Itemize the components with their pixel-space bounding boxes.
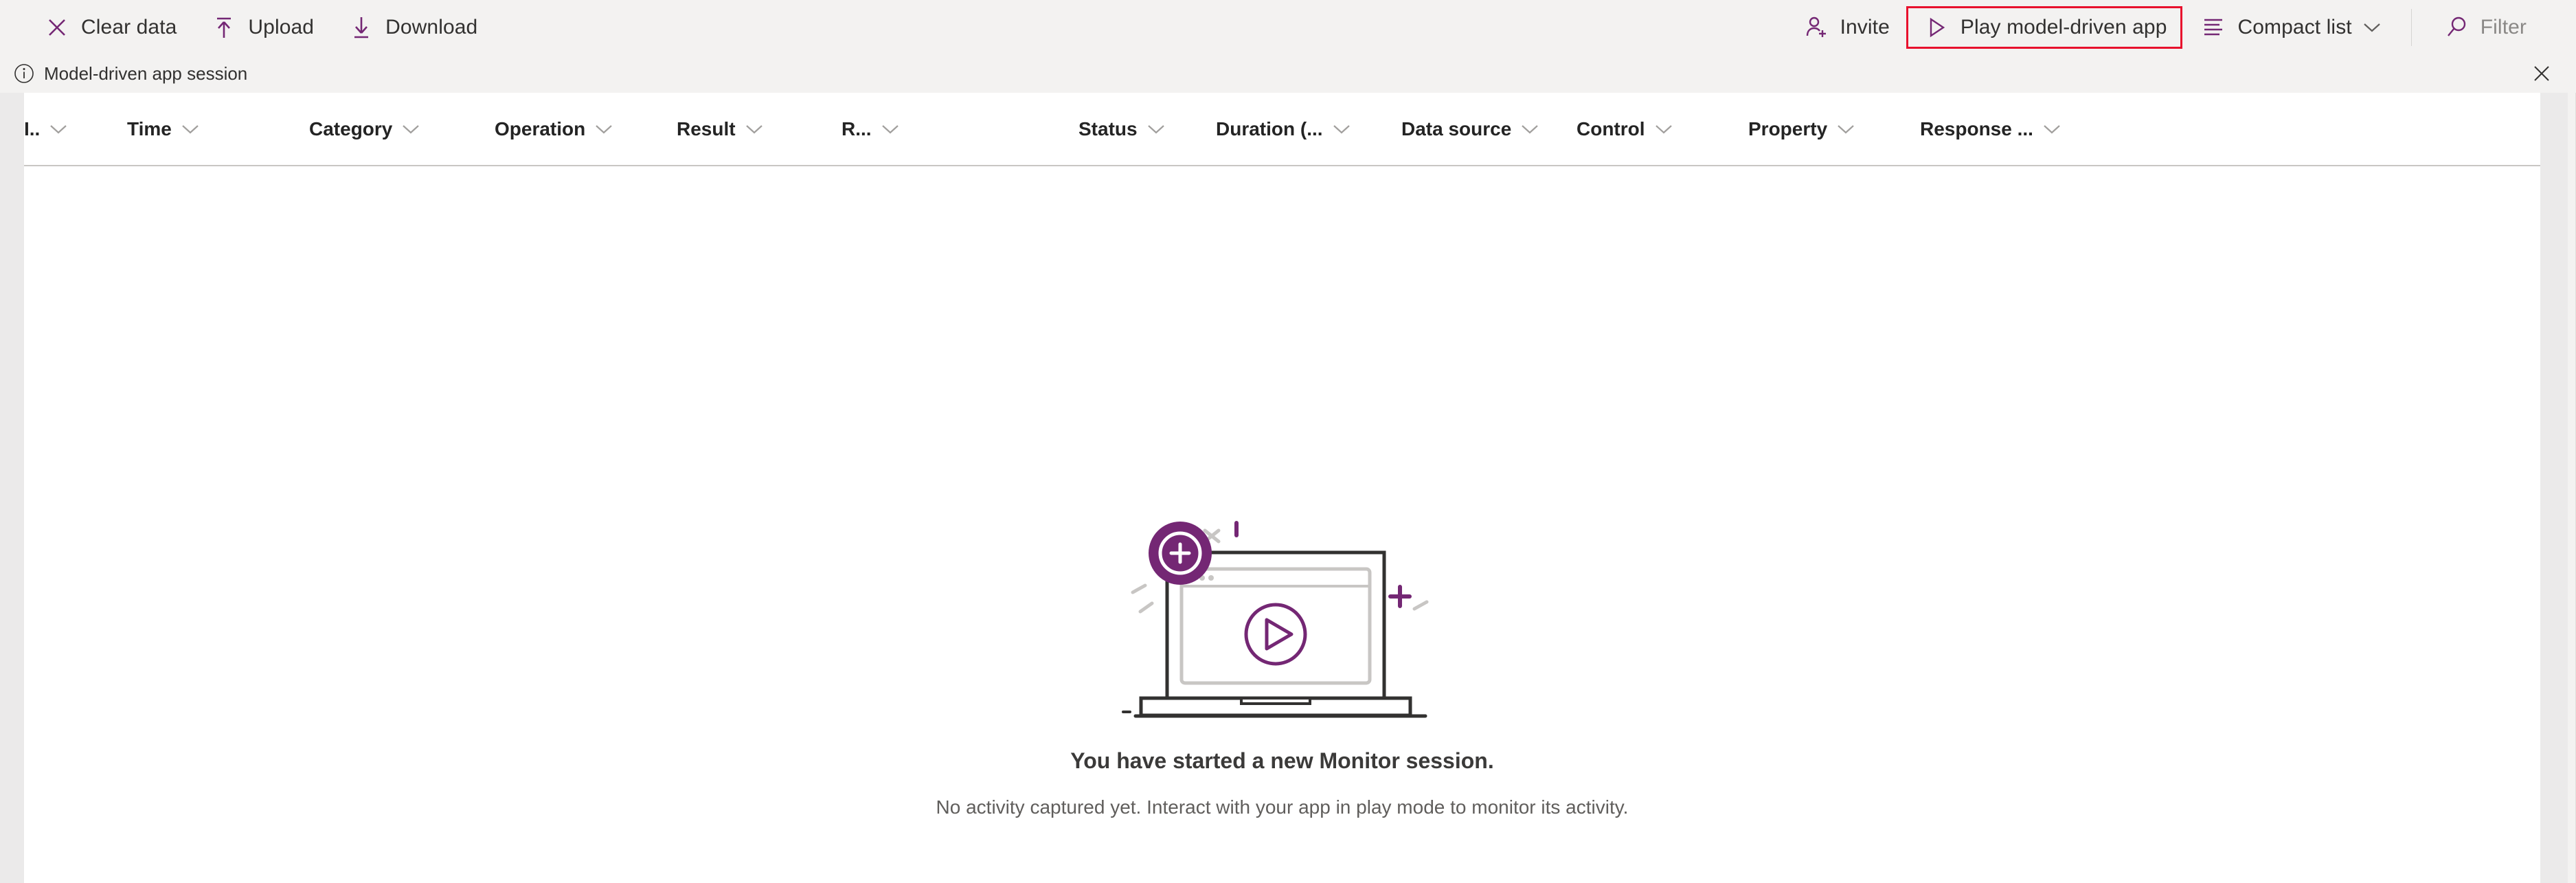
download-label: Download [385,15,478,38]
toolbar-divider [2410,8,2412,46]
chevron-down-icon[interactable] [881,124,899,135]
column-header[interactable]: Status [1078,93,1216,165]
chevron-down-icon[interactable] [595,124,613,135]
upload-label: Upload [248,15,315,38]
clear-data-button[interactable]: Clear data [26,8,193,47]
chevron-down-icon[interactable] [745,124,763,135]
column-header-label: Data source [1401,118,1512,139]
info-bar: Model-driven app session [0,54,2576,93]
column-header-label: Status [1078,118,1138,139]
invite-label: Invite [1840,15,1890,38]
chevron-down-icon[interactable] [1147,124,1165,135]
info-bar-close-button[interactable] [2527,58,2557,89]
chevron-down-icon[interactable] [49,124,67,135]
command-bar-right-group: Invite Play model-driven app Compact lis… [1785,5,2576,49]
download-button[interactable]: Download [330,8,494,47]
column-header-label: Time [127,118,172,139]
column-header[interactable]: Category [309,93,495,165]
column-header[interactable]: Time [127,93,309,165]
column-header[interactable]: R... [841,93,1078,165]
column-header[interactable]: Response ... [1920,93,2126,165]
play-triangle-icon [1922,13,1951,42]
command-bar: Clear data Upload Download Invite Play m… [0,0,2576,54]
info-circle-icon [12,62,36,85]
column-header-label: I.. [24,118,41,139]
column-header-label: Category [309,118,393,139]
column-header-label: Property [1748,118,1828,139]
chevron-down-icon[interactable] [1333,124,1351,135]
right-scrollbar-track[interactable] [2540,93,2576,883]
column-header[interactable]: Result [677,93,841,165]
column-header[interactable]: Duration (... [1216,93,1401,165]
column-header-label: Result [677,118,736,139]
chevron-down-icon[interactable] [1837,124,1855,135]
filter-button[interactable]: Filter [2426,8,2543,47]
column-header-label: R... [841,118,872,139]
upload-button[interactable]: Upload [193,8,330,47]
column-header[interactable]: Data source [1401,93,1577,165]
list-lines-icon [2199,13,2228,42]
chevron-down-icon[interactable] [181,124,199,135]
left-gutter [0,93,24,883]
close-x-icon [43,13,71,42]
column-header[interactable]: I.. [24,93,127,165]
play-model-driven-app-label: Play model-driven app [1960,15,2167,38]
column-header-label: Operation [495,118,586,139]
info-bar-message: Model-driven app session [44,63,248,84]
column-header[interactable]: Control [1577,93,1748,165]
person-add-icon [1802,13,1831,42]
compact-list-button[interactable]: Compact list [2182,8,2397,47]
chevron-down-icon[interactable] [1655,124,1673,135]
column-header-label: Duration (... [1216,118,1323,139]
clear-data-label: Clear data [81,15,177,38]
upload-arrow-icon [210,13,238,42]
chevron-down-icon[interactable] [402,124,420,135]
chevron-down-icon [2363,22,2381,33]
invite-button[interactable]: Invite [1785,8,1906,47]
command-bar-left-group: Clear data Upload Download [0,8,494,47]
empty-state-subtitle: No activity captured yet. Interact with … [936,796,1629,818]
column-header-label: Response ... [1920,118,2033,139]
column-header[interactable]: Operation [495,93,677,165]
empty-state-title: You have started a new Monitor session. [1070,748,1494,773]
play-model-driven-app-button[interactable]: Play model-driven app [1906,5,2183,49]
compact-list-label: Compact list [2237,15,2352,38]
filter-label: Filter [2480,15,2527,38]
search-magnifier-icon [2442,13,2471,42]
download-arrow-icon [347,13,376,42]
chevron-down-icon[interactable] [1521,124,1539,135]
empty-state: You have started a new Monitor session. … [24,166,2540,883]
table-header-row: I.. Time Category Operation Result R... Status… [24,93,2540,166]
chevron-down-icon[interactable] [2043,124,2061,135]
column-header[interactable]: Property [1748,93,1920,165]
laptop-play-illustration [1118,503,1447,730]
column-header-label: Control [1577,118,1645,139]
